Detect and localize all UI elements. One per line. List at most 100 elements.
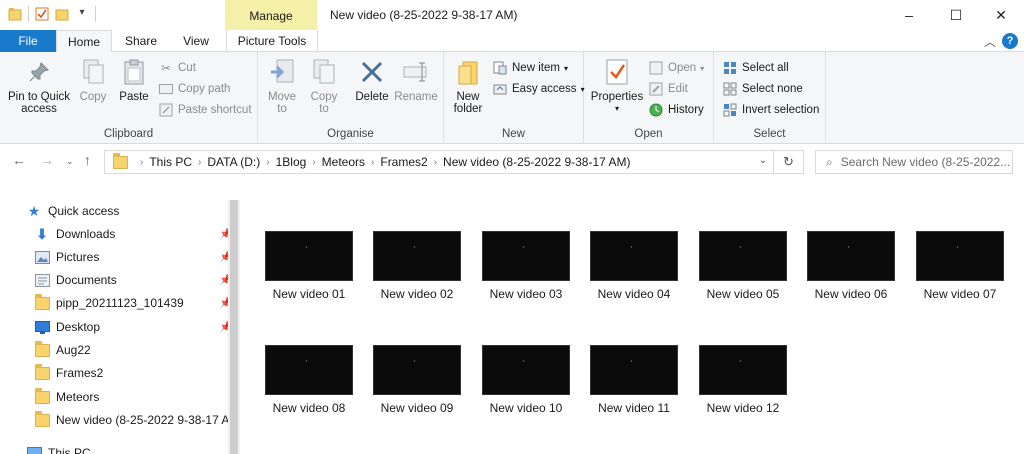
sidebar-item-new-video[interactable]: New video (8-25-2022 9-38-17 AM) [34, 409, 228, 431]
minimize-button[interactable]: – [886, 0, 932, 30]
paste-button[interactable]: Paste [116, 58, 152, 103]
breadcrumb-new-video[interactable]: New video (8-25-2022 9-38-17 AM) [443, 155, 630, 169]
file-item[interactable]: New video 08 [259, 345, 359, 415]
file-item[interactable]: New video 09 [367, 345, 467, 415]
file-name: New video 09 [380, 401, 454, 415]
easy-access-label: Easy access [512, 83, 577, 95]
scrollbar-thumb[interactable] [230, 200, 238, 454]
delete-button[interactable]: Delete [352, 58, 392, 103]
sidebar-item-pictures[interactable]: Pictures 📌 [34, 246, 236, 268]
breadcrumb-frames2[interactable]: Frames2 [380, 155, 427, 169]
rename-label: Rename [394, 91, 438, 103]
new-group: New folder New item ▾ Easy access ▾ New [444, 52, 585, 144]
maximize-button[interactable]: ☐ [933, 0, 979, 30]
sidebar-item-pipp[interactable]: pipp_20211123_101439 📌 [34, 292, 236, 314]
file-name: New video 07 [923, 287, 997, 301]
copy-path-button[interactable]: Copy path [158, 79, 230, 99]
sidebar-item-desktop[interactable]: Desktop 📌 [34, 316, 236, 338]
file-item[interactable]: New video 02 [367, 231, 467, 301]
address-bar[interactable]: › This PC › DATA (D:) › 1Blog › Meteors … [104, 150, 804, 174]
tab-file[interactable]: File [0, 30, 56, 52]
new-folder-button[interactable]: New folder [450, 58, 486, 115]
properties-button[interactable]: Properties ▾ [590, 58, 644, 115]
chevron-right-icon[interactable]: › [434, 157, 437, 168]
copy-button[interactable]: Copy [76, 58, 110, 103]
open-button[interactable]: Open ▾ [648, 58, 704, 78]
history-button[interactable]: History [648, 100, 704, 120]
file-item[interactable]: New video 05 [693, 231, 793, 301]
select-none-label: Select none [742, 83, 803, 95]
select-group-label: Select [753, 128, 786, 140]
file-item[interactable]: New video 04 [584, 231, 684, 301]
chevron-right-icon[interactable]: › [266, 157, 269, 168]
sidebar-item-aug22[interactable]: Aug22 [34, 339, 236, 361]
tab-share[interactable]: Share [116, 30, 166, 52]
new-folder-icon[interactable] [55, 7, 69, 21]
back-arrow-icon[interactable]: ← [12, 152, 26, 168]
file-name: New video 05 [706, 287, 780, 301]
close-button[interactable]: ✕ [978, 0, 1024, 30]
file-item[interactable]: New video 03 [476, 231, 576, 301]
customize-dropdown-icon[interactable]: ▾ [75, 7, 89, 21]
forward-arrow-icon[interactable]: → [40, 152, 54, 168]
sidebar-item-meteors[interactable]: Meteors [34, 386, 236, 408]
sidebar-item-documents[interactable]: Documents 📌 [34, 269, 236, 291]
file-view: New video 01 New video 02 New video 03 N… [242, 180, 1024, 454]
refresh-icon[interactable]: ↻ [773, 151, 803, 173]
collapse-ribbon-icon[interactable]: ︿ [984, 33, 996, 50]
pin-to-quick-access-button[interactable]: Pin to Quick access [4, 58, 74, 115]
file-name: New video 12 [706, 401, 780, 415]
invert-selection-button[interactable]: Invert selection [722, 100, 819, 120]
breadcrumb-1blog[interactable]: 1Blog [276, 155, 307, 169]
tab-picture-tools[interactable]: Picture Tools [226, 30, 318, 52]
ribbon-tabs: File Home Share View Picture Tools [0, 30, 1024, 53]
open-label: Open [668, 62, 697, 74]
folder-icon[interactable] [8, 7, 22, 21]
edit-button[interactable]: Edit [648, 79, 688, 99]
select-none-icon [722, 81, 738, 97]
sidebar-item-downloads[interactable]: ⬇ Downloads 📌 [34, 223, 236, 245]
properties-check-icon[interactable] [35, 7, 49, 21]
video-thumbnail [265, 231, 353, 281]
chevron-right-icon[interactable]: › [312, 157, 315, 168]
help-icon[interactable]: ? [1002, 33, 1018, 49]
search-icon: ⌕ [826, 154, 833, 169]
sidebar-item-frames2[interactable]: Frames2 [34, 362, 236, 384]
easy-access-button[interactable]: Easy access ▾ [492, 79, 585, 99]
copy-to-button[interactable]: Copy to [306, 58, 342, 115]
file-item[interactable]: New video 01 [259, 231, 359, 301]
chevron-right-icon[interactable]: › [140, 157, 143, 168]
move-to-button[interactable]: Move to [264, 58, 300, 115]
file-item[interactable]: New video 10 [476, 345, 576, 415]
file-item[interactable]: New video 06 [801, 231, 901, 301]
open-group-label: Open [634, 128, 663, 140]
navigation-pane-scrollbar[interactable] [228, 200, 240, 454]
select-none-button[interactable]: Select none [722, 79, 803, 99]
breadcrumb-data-drive[interactable]: DATA (D:) [207, 155, 260, 169]
file-item[interactable]: New video 07 [910, 231, 1010, 301]
select-all-label: Select all [742, 62, 789, 74]
cut-label: Cut [178, 62, 196, 74]
address-dropdown-icon[interactable]: ⌄ [759, 155, 767, 166]
breadcrumb-meteors[interactable]: Meteors [322, 155, 365, 169]
rename-button[interactable]: Rename [394, 58, 438, 103]
file-item[interactable]: New video 12 [693, 345, 793, 415]
new-item-button[interactable]: New item ▾ [492, 58, 568, 78]
sidebar-item-this-pc[interactable]: This PC [26, 442, 228, 454]
breadcrumb-this-pc[interactable]: This PC [149, 155, 192, 169]
recent-locations-dropdown-icon[interactable]: ⌄ [66, 156, 74, 167]
cut-button[interactable]: ✂ Cut [158, 58, 196, 78]
tab-view[interactable]: View [170, 30, 222, 52]
navigation-pane: ★ Quick access ⬇ Downloads 📌 Pictures 📌 … [0, 180, 240, 454]
select-all-button[interactable]: Select all [722, 58, 789, 78]
file-item[interactable]: New video 11 [584, 345, 684, 415]
sidebar-item-label: Quick access [48, 204, 120, 218]
copy-path-label: Copy path [178, 83, 231, 95]
paste-shortcut-button[interactable]: Paste shortcut [158, 100, 252, 120]
sidebar-item-quick-access[interactable]: ★ Quick access [26, 200, 228, 222]
search-input[interactable]: ⌕ Search New video (8-25-2022... [815, 150, 1013, 174]
chevron-right-icon[interactable]: › [371, 157, 374, 168]
up-arrow-icon[interactable]: ↑ [84, 152, 91, 168]
tab-home[interactable]: Home [56, 30, 112, 53]
chevron-right-icon[interactable]: › [198, 157, 201, 168]
